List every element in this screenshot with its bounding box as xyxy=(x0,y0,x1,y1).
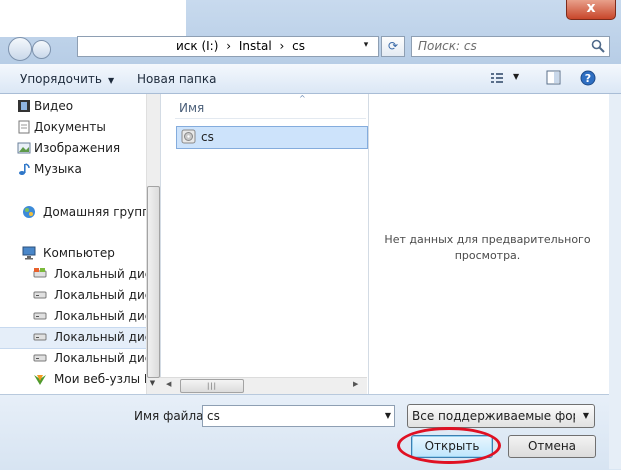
new-folder-label: Новая папка xyxy=(137,72,217,86)
filename-label: Имя файла: xyxy=(134,409,208,423)
computer-icon xyxy=(22,246,36,260)
breadcrumb-separator[interactable]: › xyxy=(226,39,231,53)
nav-scroll-thumb[interactable] xyxy=(147,186,160,378)
refresh-icon: ⟳ xyxy=(387,39,399,53)
blank-area xyxy=(0,0,186,37)
nav-item-computer[interactable]: Компьютер xyxy=(43,246,115,260)
breadcrumb-drive[interactable]: иск (I:) xyxy=(176,39,218,53)
navigation-pane xyxy=(0,94,159,394)
cancel-button[interactable]: Отмена xyxy=(508,435,596,458)
nav-item-video[interactable]: Видео xyxy=(34,99,73,113)
chevron-down-icon: ▼ xyxy=(107,76,115,85)
svg-text:?: ? xyxy=(585,72,591,85)
search-icon xyxy=(591,39,605,53)
help-icon[interactable]: ? xyxy=(580,70,596,86)
preview-pane-icon[interactable] xyxy=(546,70,561,85)
nav-item-homegroup[interactable]: Домашняя группа xyxy=(43,205,157,219)
file-scroll-thumb[interactable]: ||| xyxy=(180,379,244,393)
window-right-edge xyxy=(609,94,621,469)
chevron-down-icon[interactable]: ▼ xyxy=(385,411,391,420)
nav-item-local-disk[interactable]: Локальный диск xyxy=(54,351,159,365)
breadcrumb-instal[interactable]: Instal xyxy=(239,39,272,53)
breadcrumb-separator[interactable]: › xyxy=(280,39,285,53)
nav-item-web-sites[interactable]: Мои веб-узлы M xyxy=(54,372,154,386)
new-folder-button[interactable]: Новая папка xyxy=(137,72,216,86)
close-icon: x xyxy=(586,0,596,16)
scroll-right-icon[interactable]: ▶ xyxy=(353,380,358,388)
nav-item-local-disk-selected[interactable]: Локальный диск xyxy=(54,330,159,344)
pictures-icon xyxy=(17,142,31,154)
column-header-name[interactable]: Имя xyxy=(179,101,204,115)
back-button[interactable] xyxy=(8,37,32,61)
close-button[interactable]: x xyxy=(566,0,616,20)
sort-ascending-icon: ^ xyxy=(299,94,306,103)
nav-item-local-disk[interactable]: Локальный диск xyxy=(54,309,159,323)
preview-message-line: Нет данных для предварительного xyxy=(384,233,591,246)
music-icon xyxy=(19,163,30,175)
nav-item-local-disk[interactable]: Локальный диск xyxy=(54,267,159,281)
header-divider xyxy=(175,118,366,119)
drive-icon xyxy=(33,268,47,278)
nav-item-documents[interactable]: Документы xyxy=(34,120,106,134)
nav-item-local-disk[interactable]: Локальный диск xyxy=(54,288,159,302)
filename-value: cs xyxy=(207,409,220,423)
file-type-value: Все поддерживаемые формат xyxy=(412,409,575,423)
drive-icon xyxy=(33,312,47,320)
breadcrumb: иск (I:) › Instal › cs xyxy=(176,39,309,53)
chevron-down-icon: ▼ xyxy=(582,411,589,420)
web-sites-icon xyxy=(34,375,46,385)
search-placeholder: Поиск: cs xyxy=(418,39,477,53)
address-dropdown-icon[interactable]: ▾ xyxy=(358,37,374,54)
scroll-left-icon[interactable]: ◀ xyxy=(166,380,171,388)
file-name: cs xyxy=(201,130,214,144)
drive-icon xyxy=(33,291,47,299)
nav-item-pictures[interactable]: Изображения xyxy=(34,141,120,155)
nav-item-music[interactable]: Музыка xyxy=(34,162,82,176)
drive-icon xyxy=(33,354,47,362)
organize-button[interactable]: Упорядочить ▼ xyxy=(20,72,114,86)
disc-image-icon xyxy=(181,129,196,144)
organize-label: Упорядочить xyxy=(20,72,102,86)
search-input[interactable]: Поиск: cs xyxy=(411,36,610,57)
homegroup-icon xyxy=(23,206,35,218)
chevron-down-icon[interactable]: ▼ xyxy=(513,72,519,81)
preview-message-line: просмотра. xyxy=(454,249,521,262)
scroll-down-icon[interactable]: ▼ xyxy=(147,379,158,391)
breadcrumb-cs[interactable]: cs xyxy=(292,39,305,53)
drive-icon xyxy=(33,333,47,341)
view-options-icon[interactable] xyxy=(490,71,504,85)
video-icon xyxy=(18,100,30,112)
highlight-annotation xyxy=(397,427,501,464)
forward-button[interactable] xyxy=(32,40,51,59)
file-type-select[interactable]: Все поддерживаемые формат ▼ xyxy=(407,404,595,428)
filename-input[interactable]: cs ▼ xyxy=(202,405,395,427)
refresh-button[interactable]: ⟳ xyxy=(381,36,405,57)
documents-icon xyxy=(18,120,30,134)
preview-message: Нет данных для предварительного просмотр… xyxy=(370,232,605,264)
